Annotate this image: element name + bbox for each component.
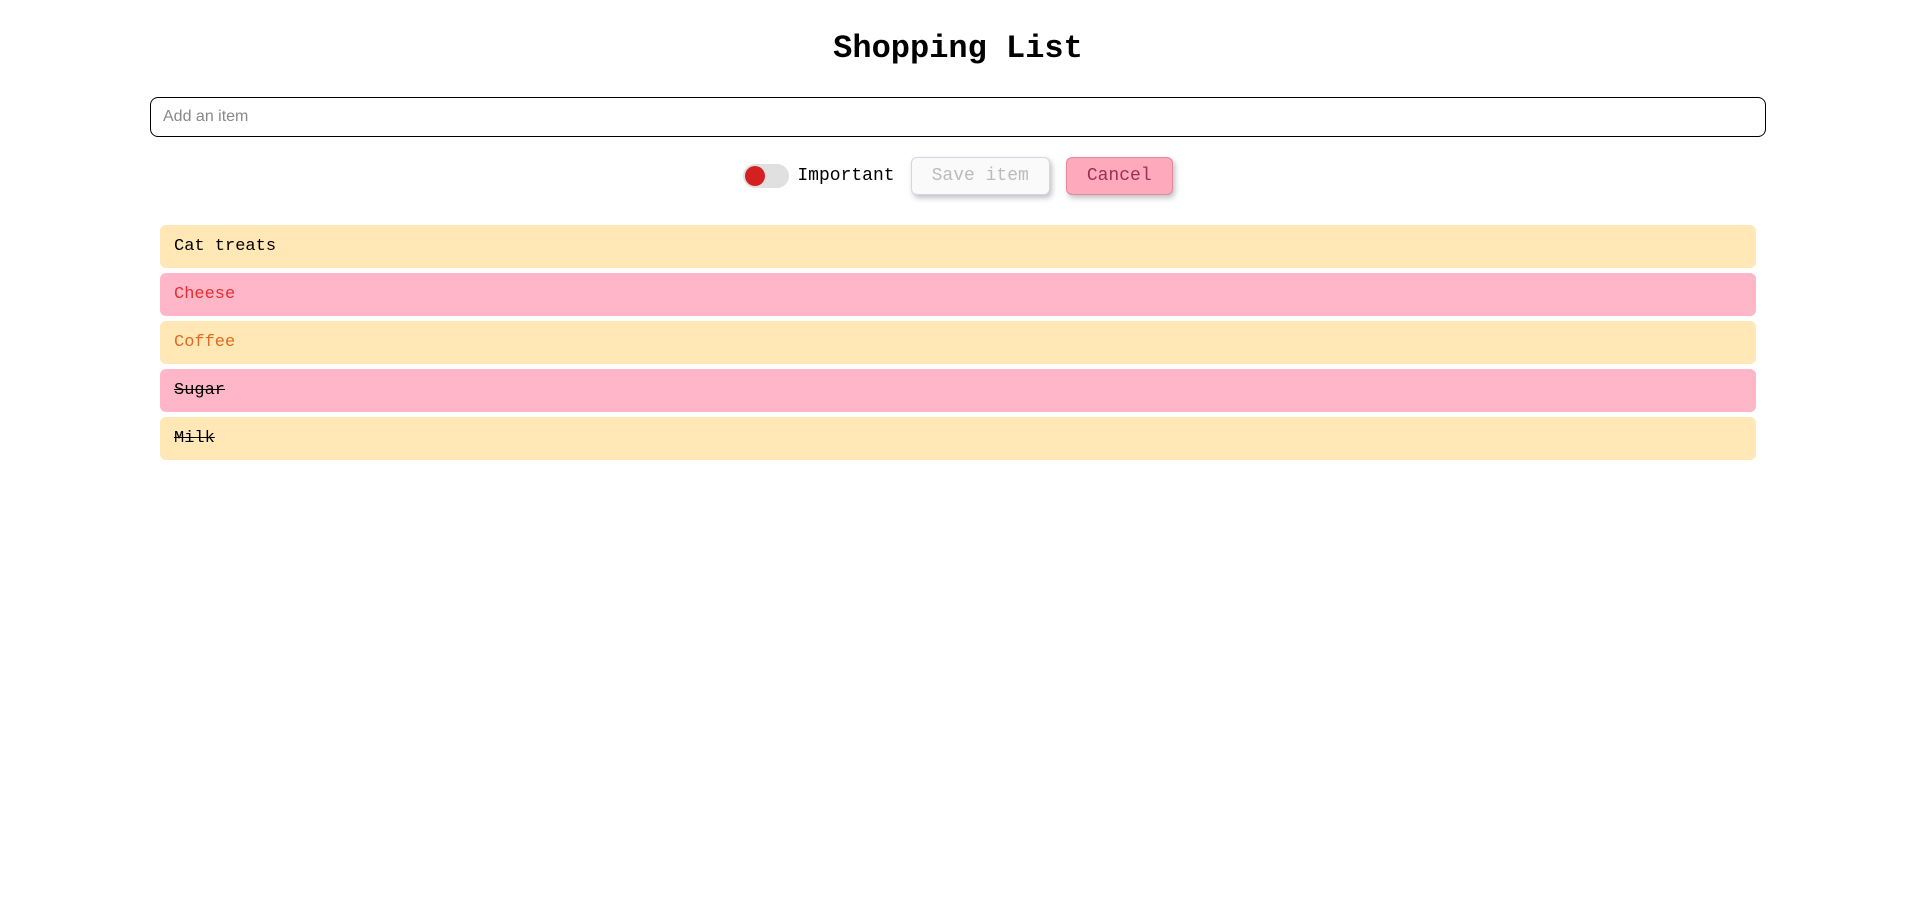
controls-row: Important Save item Cancel xyxy=(150,157,1766,195)
cancel-button[interactable]: Cancel xyxy=(1066,157,1173,195)
shopping-list: Cat treats Cheese Coffee Sugar Milk xyxy=(150,225,1766,460)
important-toggle[interactable] xyxy=(743,164,789,188)
save-button[interactable]: Save item xyxy=(911,157,1050,195)
list-item[interactable]: Milk xyxy=(160,417,1756,460)
toggle-knob-icon xyxy=(745,166,765,186)
list-item[interactable]: Coffee xyxy=(160,321,1756,364)
page-title: Shopping List xyxy=(150,30,1766,67)
list-item[interactable]: Cheese xyxy=(160,273,1756,316)
important-toggle-label: Important xyxy=(797,166,894,186)
input-container xyxy=(150,97,1766,137)
add-item-input[interactable] xyxy=(150,97,1766,137)
important-toggle-group: Important xyxy=(743,164,894,188)
list-item[interactable]: Sugar xyxy=(160,369,1756,412)
list-item[interactable]: Cat treats xyxy=(160,225,1756,268)
